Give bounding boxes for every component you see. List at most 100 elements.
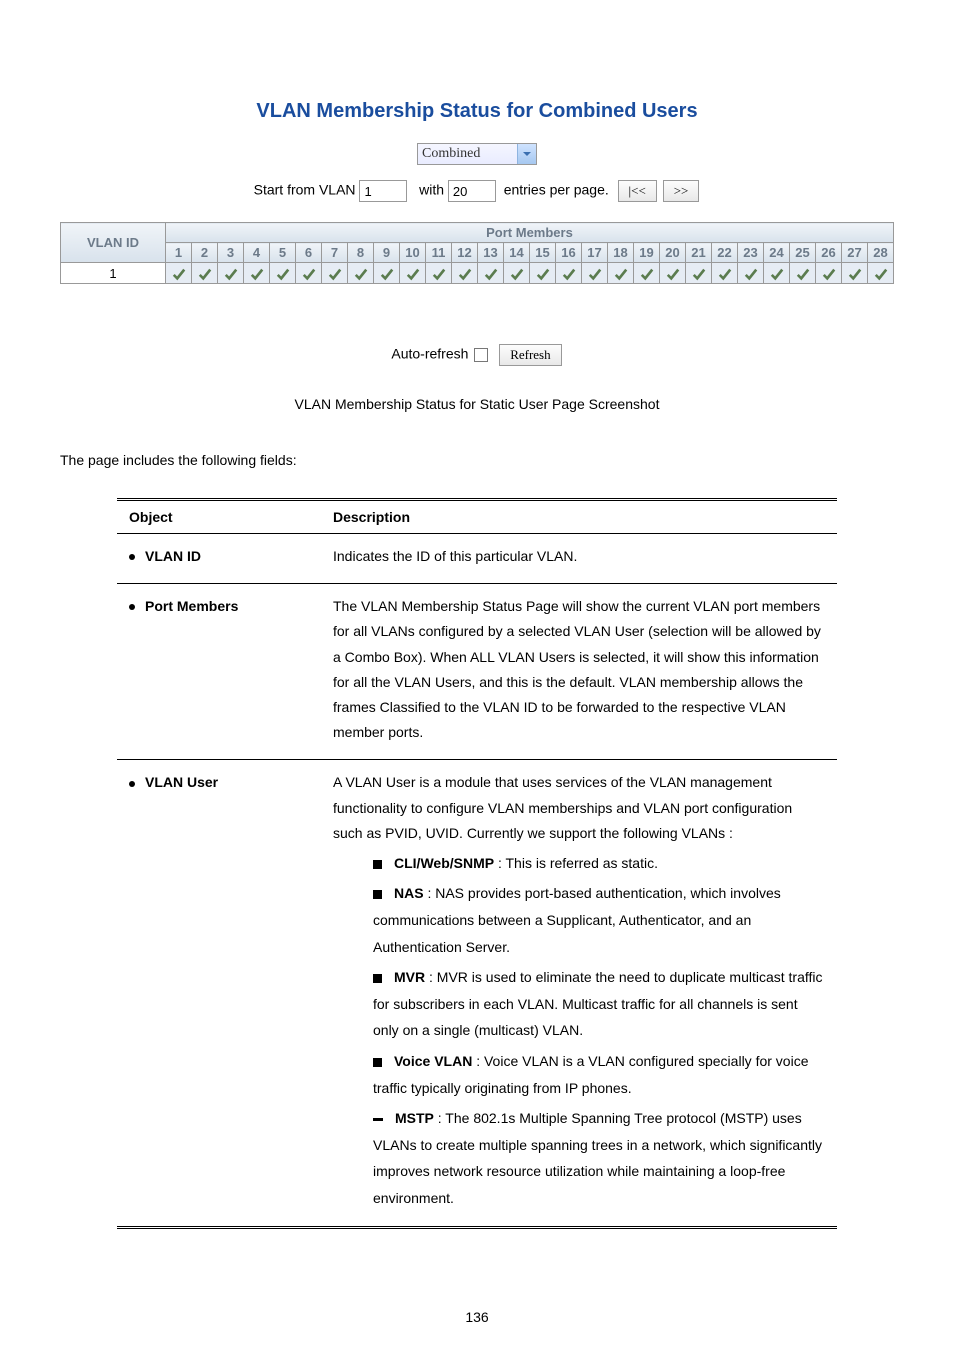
list-item: CLI/Web/SNMP : This is referred as stati… — [373, 850, 825, 877]
check-icon — [510, 267, 524, 281]
port-col-19: 19 — [634, 243, 660, 263]
filter-row: Start from VLAN with entries per page. |… — [60, 180, 894, 202]
check-icon — [302, 267, 316, 281]
refresh-button[interactable]: Refresh — [499, 344, 561, 366]
port-col-9: 9 — [374, 243, 400, 263]
item-label: MSTP — [395, 1110, 434, 1126]
check-icon — [224, 267, 238, 281]
check-icon — [666, 267, 680, 281]
square-icon — [373, 860, 382, 869]
page-title: VLAN Membership Status for Combined User… — [60, 100, 894, 123]
page-number: 136 — [60, 1309, 894, 1325]
sub-list: CLI/Web/SNMP : This is referred as stati… — [333, 850, 825, 1212]
check-icon — [718, 267, 732, 281]
check-icon — [172, 267, 186, 281]
port-col-13: 13 — [478, 243, 504, 263]
port-col-12: 12 — [452, 243, 478, 263]
member-cell — [452, 263, 478, 284]
desc-text: Indicates the ID of this particular VLAN… — [333, 544, 825, 569]
check-icon — [640, 267, 654, 281]
field-row: VLAN ID Indicates the ID of this particul… — [117, 534, 837, 584]
member-cell — [244, 263, 270, 284]
item-text: : The 802.1s Multiple Spanning Tree prot… — [373, 1110, 822, 1206]
check-icon — [328, 267, 342, 281]
square-icon — [373, 974, 382, 983]
member-cell — [504, 263, 530, 284]
member-cell — [712, 263, 738, 284]
field-row: VLAN UserA VLAN User is a module that us… — [117, 760, 837, 1227]
check-icon — [822, 267, 836, 281]
member-cell — [530, 263, 556, 284]
bullet-icon — [129, 554, 135, 560]
member-cell — [374, 263, 400, 284]
first-page-button[interactable]: |<< — [618, 180, 657, 202]
port-col-10: 10 — [400, 243, 426, 263]
port-col-21: 21 — [686, 243, 712, 263]
member-cell — [478, 263, 504, 284]
description-cell: The VLAN Membership Status Page will sho… — [321, 584, 837, 760]
square-icon — [373, 890, 382, 899]
desc-text: A VLAN User is a module that uses servic… — [333, 770, 825, 846]
item-text: : NAS provides port-based authentication… — [373, 885, 781, 954]
member-cell — [322, 263, 348, 284]
figure-caption: VLAN Membership Status for Static User P… — [60, 396, 894, 412]
member-cell — [192, 263, 218, 284]
check-icon — [562, 267, 576, 281]
port-col-16: 16 — [556, 243, 582, 263]
check-icon — [406, 267, 420, 281]
list-item: Voice VLAN : Voice VLAN is a VLAN config… — [373, 1048, 825, 1101]
desc-text: The VLAN Membership Status Page will sho… — [333, 594, 825, 745]
port-col-24: 24 — [764, 243, 790, 263]
check-icon — [198, 267, 212, 281]
entries-input[interactable] — [448, 180, 496, 202]
dropdown-value: Combined — [422, 146, 480, 161]
member-cell — [296, 263, 322, 284]
bullet-icon — [129, 604, 135, 610]
check-icon — [354, 267, 368, 281]
item-label: NAS — [394, 885, 424, 901]
port-col-3: 3 — [218, 243, 244, 263]
description-cell: Indicates the ID of this particular VLAN… — [321, 534, 837, 584]
check-icon — [432, 267, 446, 281]
item-label: CLI/Web/SNMP — [394, 855, 494, 871]
port-col-11: 11 — [426, 243, 452, 263]
port-col-25: 25 — [790, 243, 816, 263]
member-cell — [556, 263, 582, 284]
member-cell — [426, 263, 452, 284]
check-icon — [536, 267, 550, 281]
port-col-18: 18 — [608, 243, 634, 263]
start-vlan-input[interactable] — [359, 180, 407, 202]
col-port-members: Port Members — [166, 223, 894, 243]
dash-icon — [373, 1118, 383, 1121]
item-label: Voice VLAN — [394, 1053, 472, 1069]
port-col-2: 2 — [192, 243, 218, 263]
check-icon — [484, 267, 498, 281]
list-item: MSTP : The 802.1s Multiple Spanning Tree… — [373, 1105, 825, 1211]
member-cell — [348, 263, 374, 284]
check-icon — [588, 267, 602, 281]
member-cell — [582, 263, 608, 284]
member-cell — [608, 263, 634, 284]
check-icon — [250, 267, 264, 281]
with-label: with — [419, 182, 444, 198]
object-cell: VLAN ID — [117, 534, 321, 584]
port-col-23: 23 — [738, 243, 764, 263]
check-icon — [744, 267, 758, 281]
bullet-icon — [129, 781, 135, 787]
auto-refresh-checkbox[interactable] — [474, 348, 488, 362]
list-item: NAS : NAS provides port-based authentica… — [373, 880, 825, 960]
item-label: MVR — [394, 969, 425, 985]
object-label: Port Members — [145, 598, 238, 614]
dropdown-row: Combined — [60, 143, 894, 165]
check-icon — [848, 267, 862, 281]
check-icon — [796, 267, 810, 281]
member-cell — [270, 263, 296, 284]
table-row: 1 — [61, 263, 894, 284]
col-object: Object — [117, 500, 321, 534]
next-page-button[interactable]: >> — [663, 180, 700, 202]
auto-refresh-label: Auto-refresh — [391, 346, 468, 362]
user-dropdown[interactable]: Combined — [417, 143, 537, 165]
refresh-row: Auto-refresh Refresh — [60, 344, 894, 366]
object-cell: Port Members — [117, 584, 321, 760]
membership-table: VLAN ID Port Members 1234567891011121314… — [60, 222, 894, 284]
